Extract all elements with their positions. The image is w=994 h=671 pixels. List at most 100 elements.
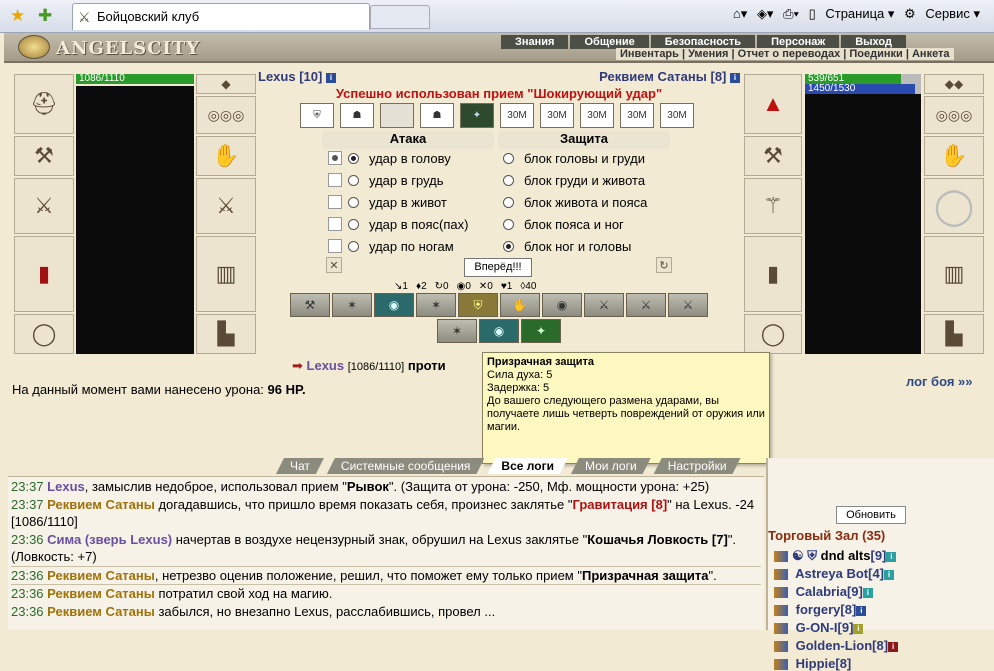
tab-all-logs[interactable]: Все логи	[487, 458, 568, 474]
priem-slot-2[interactable]: ☗	[340, 103, 374, 128]
enemy-rings-slot[interactable]: ◎◎◎	[924, 96, 984, 134]
pants-slot[interactable]: ▥	[196, 236, 256, 312]
block-3-radio[interactable]	[503, 196, 514, 208]
refresh-button[interactable]: Обновить	[836, 506, 906, 524]
favorites-star-icon[interactable]: ★	[10, 6, 25, 26]
priem-slot-8[interactable]: 30М	[580, 103, 614, 128]
skill-7[interactable]: ◉	[542, 293, 582, 317]
gloves-slot[interactable]: ✋	[196, 136, 256, 176]
msg-author[interactable]: Реквием Сатаны	[47, 497, 155, 512]
cancel-turn-icon[interactable]: ✕	[326, 257, 342, 273]
enemy-info-icon[interactable]: i	[730, 72, 740, 83]
user-entry[interactable]: Astreya Bot[4] i	[774, 566, 894, 581]
user-entry[interactable]: Hippie[8]	[774, 656, 851, 671]
block-option-3[interactable]: блок живота и пояса	[503, 191, 647, 213]
battle-log-link[interactable]: лог боя »»	[906, 374, 973, 389]
attack-3-radio[interactable]	[348, 196, 359, 208]
ring-slot[interactable]: ◯	[14, 314, 74, 354]
menu-personazh[interactable]: Персонаж	[757, 35, 840, 49]
amulet-slot[interactable]: ◆	[196, 74, 256, 94]
user-entry[interactable]: Calabria[9] i	[774, 584, 873, 599]
menu-vyhod[interactable]: Выход	[841, 35, 906, 49]
msg-author[interactable]: Реквием Сатаны	[47, 568, 155, 583]
user-name[interactable]: Golden-Lion	[796, 638, 873, 653]
msg-author[interactable]: Реквием Сатаны	[47, 586, 155, 601]
player-info-icon[interactable]: i	[325, 72, 336, 83]
user-name[interactable]: Astreya Bot	[795, 566, 868, 581]
enemy-helmet-slot[interactable]: ▲	[744, 74, 802, 134]
user-info-icon[interactable]: i	[853, 623, 864, 634]
priem-slot-3[interactable]	[380, 103, 414, 128]
bracers-slot[interactable]: ⚒	[14, 136, 74, 176]
user-info-icon[interactable]: i	[856, 605, 867, 616]
attack-option-4[interactable]: удар в пояс(пах)	[328, 213, 468, 235]
rss-icon[interactable]: ◈▾	[757, 6, 774, 21]
priem-slot-10[interactable]: 30М	[660, 103, 694, 128]
enemy-weapon-slot[interactable]: ⚚	[744, 178, 802, 234]
user-name[interactable]: forgery	[796, 602, 841, 617]
enemy-avatar[interactable]	[805, 94, 921, 354]
skill-3[interactable]: ◉	[374, 293, 414, 317]
sub-menu[interactable]: Инвентарь | Умения | Отчет о переводах |…	[616, 48, 954, 60]
attack-5-radio[interactable]	[348, 240, 359, 252]
service-menu[interactable]: ⚙ Сервис ▾	[904, 6, 980, 21]
user-entry[interactable]: Golden-Lion[8] i	[774, 638, 899, 653]
menu-bezopasnost[interactable]: Безопасность	[650, 35, 756, 49]
skill-10[interactable]: ⚔	[668, 293, 708, 317]
attack-1-radio[interactable]	[348, 152, 359, 164]
browser-tab[interactable]: ⚔ Бойцовский клуб	[72, 3, 370, 30]
priem-slot-6[interactable]: 30М	[500, 103, 534, 128]
chat-log[interactable]: 23:37 Lexus, замыслив недоброе, использо…	[8, 476, 764, 630]
block-option-5[interactable]: блок ног и головы	[503, 235, 631, 257]
attack-1-check[interactable]	[328, 151, 342, 165]
enemy-pants-slot[interactable]: ▥	[924, 236, 984, 312]
enemy-shield-slot[interactable]: ◯	[924, 178, 984, 234]
skill-6[interactable]: ✋	[500, 293, 540, 317]
enemy-name[interactable]: Реквием Сатаны	[599, 69, 707, 84]
user-name[interactable]: G-ON-I	[796, 620, 838, 635]
user-name[interactable]: dnd alts	[821, 548, 871, 563]
attack-2-check[interactable]	[328, 173, 342, 187]
user-info-icon[interactable]: i	[862, 587, 873, 598]
user-info-icon[interactable]: i	[888, 641, 899, 652]
user-entry[interactable]: G-ON-I[9] i	[774, 620, 864, 635]
msg-author[interactable]: Реквием Сатаны	[47, 604, 155, 619]
block-5-radio[interactable]	[503, 240, 514, 252]
tab-chat[interactable]: Чат	[276, 458, 324, 474]
tab-system[interactable]: Системные сообщения	[327, 458, 485, 474]
enemy-ring-slot[interactable]: ◯	[744, 314, 802, 354]
skill-11[interactable]: ✶	[437, 319, 477, 343]
enemy-gloves-slot[interactable]: ✋	[924, 136, 984, 176]
go-button[interactable]: Вперёд!!!	[464, 258, 532, 277]
attack-option-5[interactable]: удар по ногам	[328, 235, 454, 257]
block-2-radio[interactable]	[503, 174, 514, 186]
menu-obshenie[interactable]: Общение	[570, 35, 649, 49]
user-info-icon[interactable]: i	[884, 569, 894, 580]
msg-author[interactable]: Сима (зверь Lexus)	[47, 532, 172, 547]
attack-4-check[interactable]	[328, 217, 342, 231]
skill-9[interactable]: ⚔	[626, 293, 666, 317]
page-menu[interactable]: ▯ Страница ▾	[809, 6, 895, 21]
skill-4[interactable]: ✶	[416, 293, 456, 317]
attack-option-2[interactable]: удар в грудь	[328, 169, 444, 191]
player-name[interactable]: Lexus	[258, 69, 296, 84]
add-favorite-icon[interactable]: ✚	[38, 6, 52, 26]
target-player-name[interactable]: Lexus	[307, 358, 345, 373]
skill-2[interactable]: ✶	[332, 293, 372, 317]
attack-4-radio[interactable]	[348, 218, 359, 230]
enemy-armor-slot[interactable]: ▮	[744, 236, 802, 312]
block-1-radio[interactable]	[503, 152, 514, 164]
msg-author[interactable]: Lexus	[47, 479, 85, 494]
user-entry[interactable]: forgery[8] i	[774, 602, 867, 617]
user-info-icon[interactable]: i	[886, 551, 897, 562]
block-option-2[interactable]: блок груди и живота	[503, 169, 645, 191]
skill-1[interactable]: ⚒	[290, 293, 330, 317]
cloak-slot[interactable]: ▮	[14, 236, 74, 312]
print-icon[interactable]: ⎙▾	[783, 6, 799, 21]
priem-slot-4[interactable]: ☗	[420, 103, 454, 128]
priem-slot-1[interactable]: ⛨	[300, 103, 334, 128]
tab-settings[interactable]: Настройки	[654, 458, 741, 474]
user-name[interactable]: Calabria	[796, 584, 847, 599]
priem-slot-7[interactable]: 30М	[540, 103, 574, 128]
attack-option-3[interactable]: удар в живот	[328, 191, 447, 213]
